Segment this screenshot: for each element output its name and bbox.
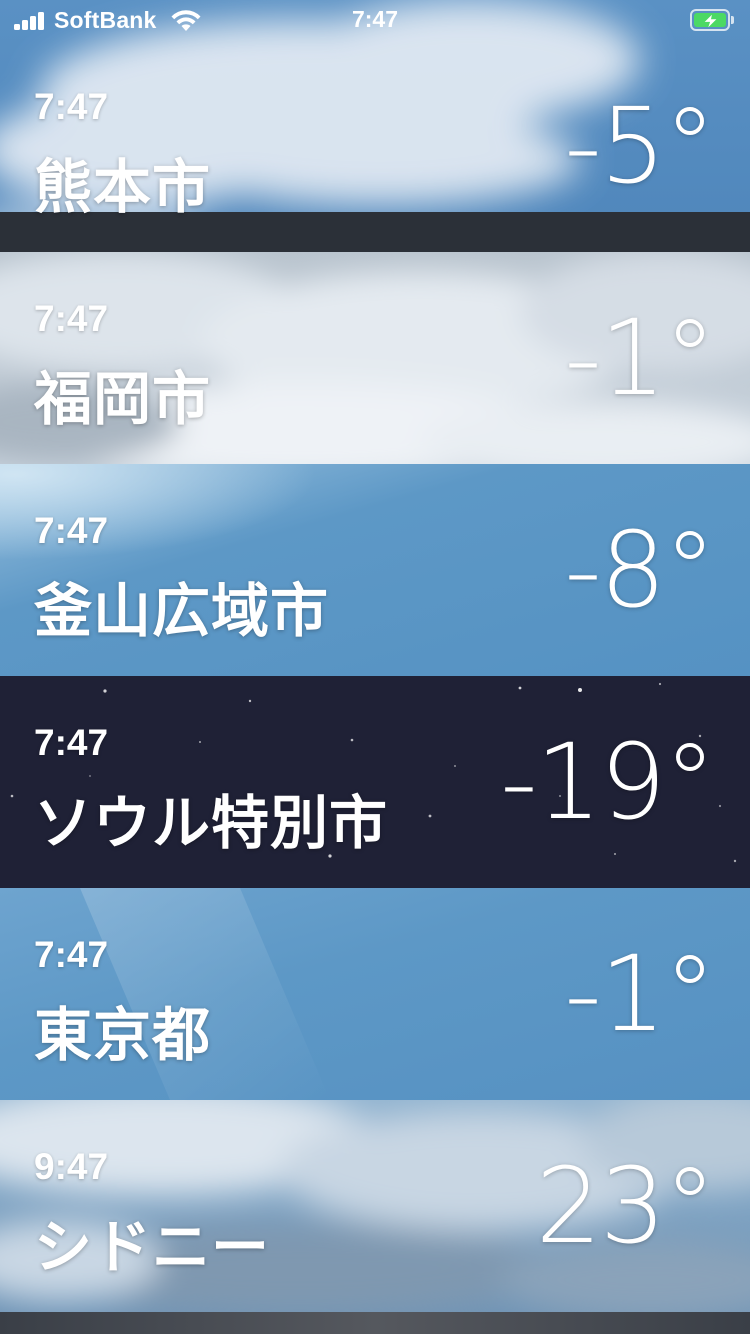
battery-charging-icon (690, 9, 736, 31)
city-temperature: 23° (535, 1145, 716, 1267)
city-name: 東京都 (34, 1001, 212, 1069)
city-temperature: -5° (564, 85, 716, 207)
city-temperature: -19° (500, 721, 716, 843)
weather-app-screen: SoftBank 7:47 7:47 熊本市 -5° 7:47 福岡市 -1° … (0, 0, 750, 1334)
city-temperature: -1° (564, 933, 716, 1055)
status-bar: SoftBank 7:47 (0, 0, 750, 40)
city-temperature: -8° (564, 509, 716, 631)
status-clock: 7:47 (351, 6, 399, 32)
city-local-time: 9:47 (34, 1146, 109, 1187)
city-temperature: -1° (564, 297, 716, 419)
next-city-row-peek[interactable] (0, 1312, 750, 1334)
city-local-time: 7:47 (34, 510, 109, 551)
city-local-time: 7:47 (34, 934, 109, 975)
city-name: 熊本市 (34, 153, 212, 221)
city-name: シドニー (34, 1213, 271, 1281)
city-name: ソウル特別市 (34, 789, 389, 857)
city-local-time: 7:47 (34, 722, 109, 763)
city-name: 福岡市 (34, 365, 212, 433)
city-local-time: 7:47 (34, 298, 109, 339)
city-local-time: 7:47 (34, 86, 109, 127)
city-name: 釜山広域市 (34, 577, 330, 645)
